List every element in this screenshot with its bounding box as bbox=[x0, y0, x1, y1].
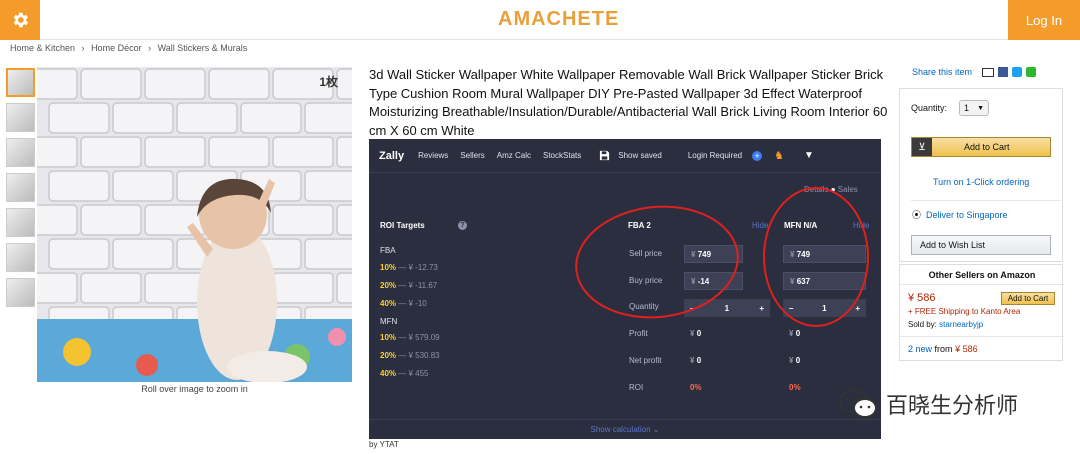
breadcrumb-home-kitchen[interactable]: Home & Kitchen bbox=[10, 43, 75, 53]
add-to-cart-button[interactable]: ⊻ Add to Cart bbox=[911, 137, 1051, 157]
watermark: 百晓生分析师 bbox=[838, 388, 1018, 420]
breadcrumb-separator: › bbox=[81, 43, 85, 53]
gear-icon bbox=[13, 12, 29, 28]
email-icon[interactable] bbox=[982, 67, 995, 77]
product-title: 3d Wall Sticker Wallpaper White Wallpape… bbox=[369, 67, 888, 138]
one-click-link[interactable]: Turn on 1-Click ordering bbox=[933, 177, 1029, 187]
brick-wall-photo bbox=[37, 67, 352, 382]
new-offers: 2 new from ¥ 586 bbox=[908, 344, 978, 354]
seller-price: ¥ 586 bbox=[908, 292, 936, 304]
thumbnail[interactable] bbox=[6, 208, 35, 237]
line-icon[interactable] bbox=[1026, 67, 1037, 77]
login-button[interactable]: Log In bbox=[1008, 0, 1080, 40]
settings-button[interactable] bbox=[0, 0, 40, 40]
shipping-info: + FREE Shipping to Kanto Area bbox=[908, 307, 1021, 316]
annotation-circle-mfn bbox=[763, 187, 869, 327]
seller-link[interactable]: starnearbyjp bbox=[939, 320, 983, 329]
share-row: Share this item bbox=[912, 67, 1037, 77]
quantity-label: Quantity: bbox=[911, 103, 948, 113]
sold-by: Sold by: starnearbyjp bbox=[908, 320, 984, 329]
thumbnail-list bbox=[6, 68, 36, 313]
other-sellers-title: Other Sellers on Amazon bbox=[928, 270, 1036, 280]
thumbnail[interactable] bbox=[6, 173, 35, 202]
share-label: Share this item bbox=[912, 67, 973, 77]
zally-extension-panel: Zally Reviews Sellers Amz Calc StockStat… bbox=[369, 139, 881, 439]
breadcrumb-home-decor[interactable]: Home Décor bbox=[91, 43, 142, 53]
breadcrumb-separator: › bbox=[148, 43, 152, 53]
breadcrumb: Home & Kitchen › Home Décor › Wall Stick… bbox=[10, 43, 251, 53]
thumbnail[interactable] bbox=[6, 278, 35, 307]
facebook-icon[interactable] bbox=[998, 67, 1009, 77]
buy-box: Quantity: 1 ▼ ⊻ Add to Cart Turn on 1-Cli… bbox=[899, 88, 1063, 262]
main-product-image[interactable]: 1枚 bbox=[37, 67, 352, 382]
add-to-wish-list-button[interactable]: Add to Wish List bbox=[911, 235, 1051, 255]
cart-icon: ⊻ bbox=[912, 138, 932, 156]
thumbnail[interactable] bbox=[6, 103, 35, 132]
breadcrumb-wall-stickers[interactable]: Wall Stickers & Murals bbox=[158, 43, 248, 53]
image-badge: 1枚 bbox=[319, 75, 338, 89]
top-header: AMACHETE Log In bbox=[0, 0, 1080, 40]
thumbnail[interactable] bbox=[6, 243, 35, 272]
logo[interactable]: AMACHETE bbox=[498, 8, 619, 31]
other-sellers-box: Other Sellers on Amazon ¥ 586 Add to Car… bbox=[899, 264, 1064, 361]
seller-add-to-cart-button[interactable]: Add to Cart bbox=[1001, 292, 1055, 305]
thumbnail[interactable] bbox=[6, 138, 35, 167]
wechat-icon bbox=[839, 389, 877, 418]
twitter-icon[interactable] bbox=[1012, 67, 1023, 77]
annotation-circle-fba bbox=[575, 205, 739, 319]
deliver-to-row[interactable]: ⦿ Deliver to Singapore bbox=[912, 208, 1008, 221]
quantity-select[interactable]: 1 ▼ bbox=[959, 100, 989, 116]
zoom-hint: Roll over image to zoom in bbox=[141, 384, 248, 394]
thumbnail[interactable] bbox=[6, 68, 35, 97]
annotation-circles bbox=[575, 187, 869, 327]
chevron-down-icon: ▼ bbox=[977, 104, 984, 112]
brand-byline[interactable]: by YTAT bbox=[369, 440, 399, 449]
location-icon: ⦿ bbox=[912, 210, 922, 220]
new-offers-link[interactable]: 2 new bbox=[908, 344, 932, 354]
